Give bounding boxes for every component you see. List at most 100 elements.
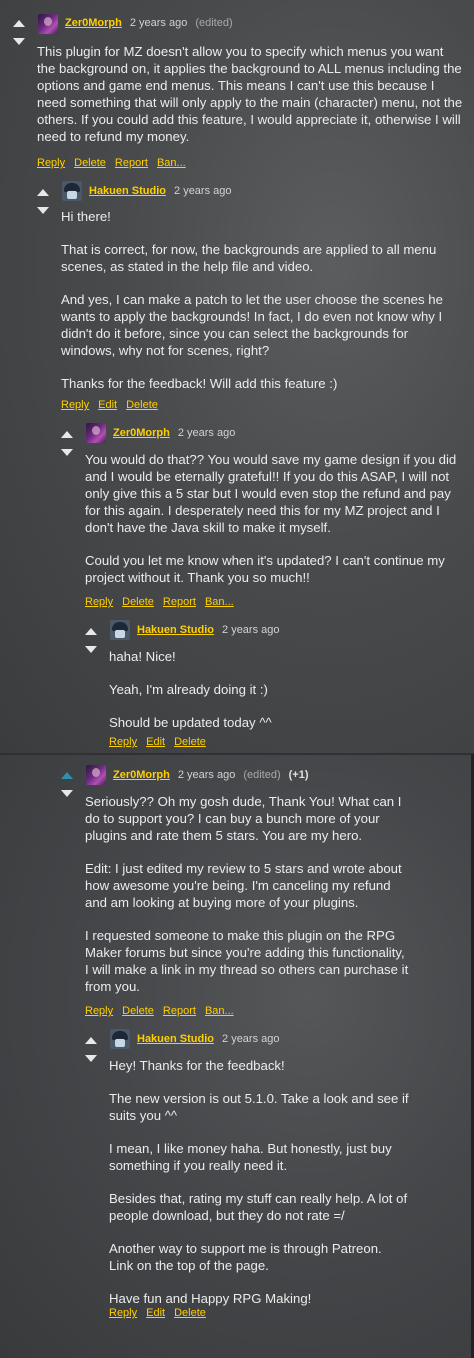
reply-link[interactable]: Reply (109, 736, 137, 748)
arrow-down-icon (61, 789, 73, 797)
comment-actions: Reply Edit Delete (109, 736, 215, 748)
comment-paragraph: Have fun and Happy RPG Making! (109, 1291, 312, 1306)
downvote-button[interactable] (9, 32, 29, 50)
author-link[interactable]: Hakuen Studio (137, 1033, 214, 1045)
comment-paragraph: I requested someone to make this plugin … (85, 928, 409, 994)
comment-paragraph: Edit: I just edited my review to 5 stars… (85, 861, 402, 910)
timestamp: 2 years ago (129, 17, 188, 29)
arrow-down-icon (13, 37, 25, 45)
upvote-button[interactable] (9, 14, 29, 32)
comment-meta: Zer0Morph 2 years ago (edited) (65, 17, 241, 29)
arrow-up-icon (85, 627, 97, 635)
delete-link[interactable]: Delete (122, 596, 154, 608)
timestamp: 2 years ago (174, 185, 232, 197)
downvote-button[interactable] (33, 201, 53, 219)
arrow-down-icon (37, 206, 49, 214)
arrow-down-icon (85, 645, 97, 653)
ban-link[interactable]: Ban... (157, 157, 186, 169)
comment-paragraph: Could you let me know when it's updated?… (85, 553, 445, 585)
comment-paragraph: Hey! Thanks for the feedback! (109, 1058, 285, 1073)
section-divider (0, 753, 474, 755)
upvote-button[interactable] (81, 1031, 101, 1049)
report-link[interactable]: Report (163, 596, 196, 608)
edited-label: (edited) (243, 769, 281, 781)
edit-link[interactable]: Edit (98, 399, 117, 411)
comment-body: You would do that?? You would save my ga… (85, 451, 460, 586)
delete-link[interactable]: Delete (74, 157, 106, 169)
downvote-button[interactable] (81, 640, 101, 658)
comment-meta: Zer0Morph 2 years ago (edited) (+1) (113, 769, 309, 781)
comment-paragraph: Seriously?? Oh my gosh dude, Thank You! … (85, 794, 402, 843)
arrow-down-icon (61, 448, 73, 456)
comment-body: Hi there! That is correct, for now, the … (61, 208, 461, 392)
ban-link[interactable]: Ban... (205, 1005, 234, 1017)
avatar[interactable] (38, 14, 58, 34)
report-link[interactable]: Report (163, 1005, 196, 1017)
report-link[interactable]: Report (115, 157, 148, 169)
upvote-button[interactable] (81, 622, 101, 640)
reply-link[interactable]: Reply (85, 596, 113, 608)
comment-paragraph: Besides that, rating my stuff can really… (109, 1191, 408, 1223)
avatar[interactable] (86, 423, 106, 443)
avatar[interactable] (110, 1029, 130, 1049)
vote-controls (81, 1031, 101, 1067)
delete-link[interactable]: Delete (122, 1005, 154, 1017)
author-link[interactable]: Zer0Morph (65, 17, 122, 29)
comment-paragraph: This plugin for MZ doesn't allow you to … (37, 44, 463, 144)
vote-controls (57, 425, 77, 461)
vote-score: (+1) (288, 769, 309, 781)
comment-paragraph: I mean, I like money haha. But honestly,… (109, 1141, 392, 1173)
comment-meta: Hakuen Studio 2 years ago (89, 185, 240, 197)
vote-controls (9, 14, 29, 50)
avatar[interactable] (62, 181, 82, 201)
timestamp: 2 years ago (222, 1033, 280, 1045)
downvote-button[interactable] (57, 443, 77, 461)
comment-paragraph: Yeah, I'm already doing it :) (109, 682, 268, 697)
arrow-up-icon (61, 771, 73, 779)
edit-link[interactable]: Edit (146, 1307, 165, 1319)
reply-link[interactable]: Reply (109, 1307, 137, 1319)
reply-link[interactable]: Reply (37, 157, 65, 169)
edit-link[interactable]: Edit (146, 736, 165, 748)
arrow-up-icon (85, 1036, 97, 1044)
author-link[interactable]: Hakuen Studio (89, 185, 166, 197)
timestamp: 2 years ago (177, 427, 236, 439)
arrow-up-icon (13, 19, 25, 27)
ban-link[interactable]: Ban... (205, 596, 234, 608)
avatar[interactable] (110, 620, 130, 640)
comment-paragraph: Another way to support me is through Pat… (109, 1241, 382, 1273)
author-link[interactable]: Zer0Morph (113, 769, 170, 781)
comment-paragraph: That is correct, for now, the background… (61, 242, 437, 274)
reply-link[interactable]: Reply (61, 399, 89, 411)
delete-link[interactable]: Delete (174, 1307, 206, 1319)
downvote-button[interactable] (57, 784, 77, 802)
comment-paragraph: haha! Nice! (109, 649, 176, 664)
comment-paragraph: Hi there! (61, 209, 111, 224)
upvote-button[interactable] (57, 766, 77, 784)
comment-meta: Zer0Morph 2 years ago (113, 427, 243, 439)
comment-paragraph: Thanks for the feedback! Will add this f… (61, 376, 338, 391)
author-link[interactable]: Hakuen Studio (137, 624, 214, 636)
comment-meta: Hakuen Studio 2 years ago (137, 624, 288, 636)
comment: Zer0Morph 2 years ago (edited) This plug… (0, 0, 474, 180)
comment-paragraph: The new version is out 5.1.0. Take a loo… (109, 1091, 409, 1123)
comment-actions: Reply Delete Report Ban... (85, 1005, 243, 1017)
edited-label: (edited) (195, 17, 233, 29)
comment-actions: Reply Edit Delete (61, 399, 167, 411)
delete-link[interactable]: Delete (126, 399, 158, 411)
comment-paragraph: Should be updated today ^^ (109, 715, 272, 730)
comment-actions: Reply Delete Report Ban... (85, 596, 243, 608)
arrow-down-icon (85, 1054, 97, 1062)
arrow-up-icon (61, 430, 73, 438)
vote-controls (57, 766, 77, 802)
delete-link[interactable]: Delete (174, 736, 206, 748)
comment-body: Hey! Thanks for the feedback! The new ve… (109, 1057, 409, 1307)
upvote-button[interactable] (57, 425, 77, 443)
timestamp: 2 years ago (222, 624, 280, 636)
downvote-button[interactable] (81, 1049, 101, 1067)
comment-paragraph: And yes, I can make a patch to let the u… (61, 292, 443, 358)
author-link[interactable]: Zer0Morph (113, 427, 170, 439)
avatar[interactable] (86, 765, 106, 785)
reply-link[interactable]: Reply (85, 1005, 113, 1017)
upvote-button[interactable] (33, 183, 53, 201)
